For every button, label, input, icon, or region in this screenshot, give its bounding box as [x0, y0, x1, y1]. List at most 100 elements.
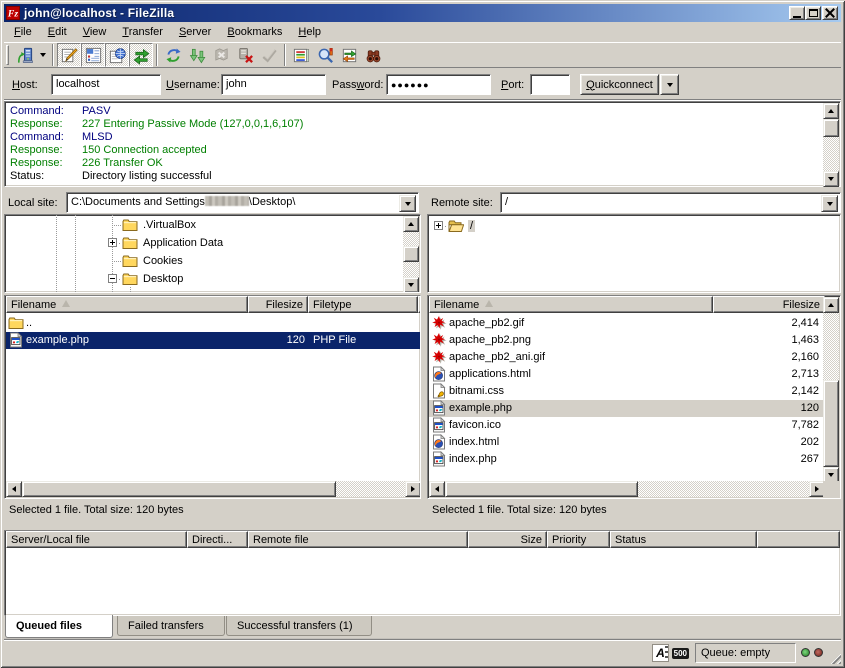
reconnect-button[interactable] [257, 43, 281, 67]
toggle-local-tree-button[interactable] [81, 43, 105, 67]
process-queue-button[interactable] [185, 43, 209, 67]
toggle-log-view-button[interactable] [57, 43, 81, 67]
remote-vertical-scrollbar[interactable] [823, 297, 839, 483]
scrollbar-thumb[interactable] [445, 481, 638, 497]
file-row[interactable]: bitnami.css2,142 [429, 383, 825, 400]
menu-item-help[interactable]: Help [290, 24, 329, 41]
refresh-button[interactable] [161, 43, 185, 67]
file-row[interactable]: apache_pb2.png1,463 [429, 332, 825, 349]
scroll-up-button[interactable] [403, 216, 419, 232]
scroll-up-button[interactable] [823, 103, 839, 119]
find-files-button[interactable] [361, 43, 385, 67]
local-site-combo[interactable]: C:\Documents and Settings\Desktop\ [66, 192, 419, 213]
column-header-last-modified[interactable]: L [418, 296, 421, 313]
remote-horizontal-scrollbar[interactable] [429, 481, 825, 497]
column-header-size[interactable]: Size [468, 531, 547, 548]
disconnect-button[interactable] [233, 43, 257, 67]
tree-item[interactable]: Desktop [5, 270, 420, 288]
directory-filter-button[interactable] [289, 43, 313, 67]
directory-comparison-button[interactable] [313, 43, 337, 67]
tab-queued-files[interactable]: Queued files [5, 615, 113, 638]
file-row[interactable]: apache_pb2.gif2,414 [429, 315, 825, 332]
toolbar-grip[interactable] [6, 45, 9, 65]
toggle-log-view-icon [60, 46, 79, 65]
menu-item-server[interactable]: Server [171, 24, 219, 41]
column-header-blank[interactable] [757, 531, 840, 548]
tab-successful-transfers-1[interactable]: Successful transfers (1) [226, 616, 372, 636]
cancel-operation-button[interactable] [209, 43, 233, 67]
menu-bar: FileEditViewTransferServerBookmarksHelp [4, 23, 841, 42]
column-header-filetype[interactable]: Filetype [308, 296, 418, 313]
file-row[interactable]: .. [6, 315, 421, 332]
username-input[interactable]: john [221, 74, 326, 95]
scrollbar-thumb[interactable] [403, 246, 419, 262]
column-header-filename[interactable]: Filename [429, 296, 713, 313]
file-row[interactable]: index.html202 [429, 434, 825, 451]
quickconnect-dropdown-button[interactable] [660, 74, 679, 95]
menu-item-file[interactable]: File [6, 24, 40, 41]
tree-item[interactable]: .VirtualBox [5, 216, 420, 234]
expand-plus-icon[interactable] [434, 221, 443, 230]
scrollbar-thumb[interactable] [823, 380, 839, 467]
image-icon [431, 349, 447, 365]
scroll-left-button[interactable] [429, 481, 445, 497]
minimize-button[interactable] [789, 6, 805, 20]
file-row[interactable]: applications.html2,713 [429, 366, 825, 383]
menu-item-transfer[interactable]: Transfer [114, 24, 171, 41]
scroll-right-button[interactable] [405, 481, 421, 497]
scroll-up-button[interactable] [823, 297, 839, 313]
cell-last-modified: 1 [420, 334, 421, 346]
column-header-direction[interactable]: Directi... [187, 531, 248, 548]
remote-site-dropdown-button[interactable] [821, 195, 838, 212]
file-row[interactable]: index.php267 [429, 451, 825, 468]
filezilla-window: john@localhost - FileZilla FileEditViewT… [0, 0, 845, 668]
close-button[interactable] [822, 6, 838, 20]
column-header-remote-file[interactable]: Remote file [248, 531, 468, 548]
site-manager-button[interactable] [12, 43, 36, 67]
tab-failed-transfers[interactable]: Failed transfers [117, 616, 225, 636]
quickconnect-button[interactable]: Quickconnect [580, 74, 659, 95]
column-header-status[interactable]: Status [610, 531, 757, 548]
menu-item-view[interactable]: View [75, 24, 115, 41]
column-header-filesize[interactable]: Filesize [713, 296, 825, 313]
close-icon [825, 9, 835, 18]
column-header-server-local-file[interactable]: Server/Local file [6, 531, 187, 548]
file-row[interactable]: apache_pb2_ani.gif2,160 [429, 349, 825, 366]
scroll-left-button[interactable] [6, 481, 22, 497]
menu-item-edit[interactable]: Edit [40, 24, 75, 41]
quickconnect-bar: Host: localhost Username: john Password:… [4, 69, 841, 100]
menu-item-bookmarks[interactable]: Bookmarks [219, 24, 290, 41]
log-scrollbar[interactable] [823, 103, 839, 187]
host-input[interactable]: localhost [51, 74, 161, 95]
resize-grip[interactable] [828, 651, 841, 664]
tree-item[interactable]: / [428, 217, 840, 235]
file-row[interactable]: example.php120 [429, 400, 825, 417]
column-header-filename[interactable]: Filename [6, 296, 248, 313]
remote-site-combo[interactable]: / [500, 192, 841, 213]
scrollbar-thumb[interactable] [22, 481, 336, 497]
collapse-minus-icon[interactable] [108, 274, 117, 283]
folder-icon [122, 217, 138, 233]
expand-plus-icon[interactable] [108, 238, 117, 247]
scroll-down-button[interactable] [823, 171, 839, 187]
tree-guide [119, 243, 121, 244]
local-horizontal-scrollbar[interactable] [6, 481, 421, 497]
toggle-remote-tree-button[interactable] [105, 43, 129, 67]
password-input[interactable]: ●●●●●● [386, 74, 491, 95]
folder-icon [122, 235, 138, 251]
file-row[interactable]: favicon.ico7,782 [429, 417, 825, 434]
synchronized-browsing-button[interactable] [337, 43, 361, 67]
port-input[interactable] [530, 74, 570, 95]
column-header-filesize[interactable]: Filesize [248, 296, 308, 313]
maximize-button[interactable] [805, 6, 821, 20]
toggle-queue-view-button[interactable] [129, 43, 153, 67]
scrollbar-thumb[interactable] [823, 119, 839, 137]
scroll-down-button[interactable] [403, 277, 419, 293]
file-row[interactable]: example.php120PHP File1 [6, 332, 421, 349]
column-header-priority[interactable]: Priority [547, 531, 610, 548]
site-manager-dropdown-button[interactable] [36, 43, 49, 67]
local-site-dropdown-button[interactable] [399, 195, 416, 212]
local-tree-scrollbar[interactable] [403, 216, 419, 293]
tree-item[interactable]: Application Data [5, 234, 420, 252]
tree-item[interactable]: Cookies [5, 252, 420, 270]
